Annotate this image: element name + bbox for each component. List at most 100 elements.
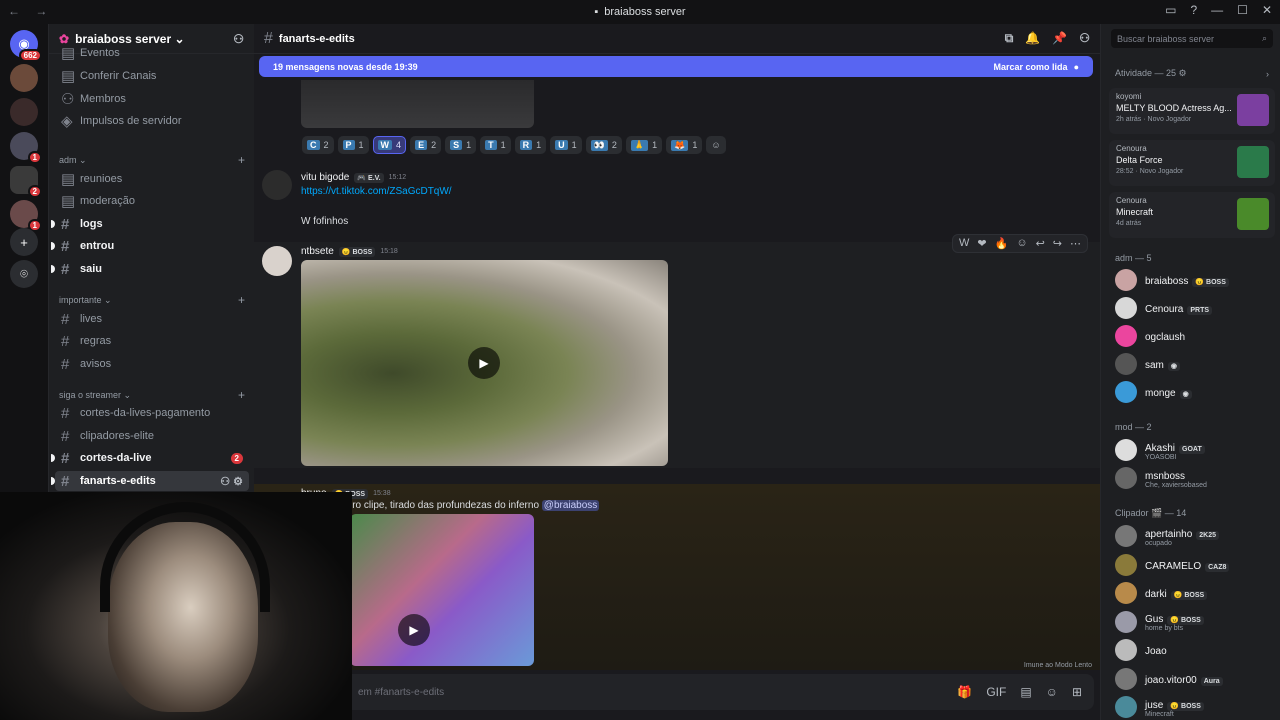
reply-icon[interactable]: ↩ [1036,237,1045,250]
server-icon-2[interactable] [10,98,38,126]
member-clip[interactable]: Gus 😠 BOSS home by bts [1115,610,1275,634]
activity-card[interactable]: Cenoura Minecraft 4d atrás [1109,192,1275,238]
add-reaction-icon[interactable]: ☺ [706,136,726,154]
member-clip[interactable]: darki 😠 BOSS [1115,581,1275,605]
reaction-0[interactable]: C2 [302,136,334,154]
back-forward-icons[interactable]: ← → [8,4,53,18]
channel-conferir-canais[interactable]: ▤ Conferir Canais [55,66,249,86]
message-input[interactable]: em #fanarts-e-edits 🎁 GIF ▤ ☺ ⊞ [260,674,1094,710]
server-icon-4[interactable]: 2 [10,166,42,198]
new-messages-bar[interactable]: 19 mensagens novas desde 19:39 Marcar co… [259,56,1093,77]
member-adm[interactable]: Cenoura PRTS [1115,296,1275,320]
server-icon-3[interactable]: 1 [10,132,42,164]
channel-eventos[interactable]: ▤ Eventos [55,46,249,60]
channel-entrou[interactable]: # entrou [51,236,249,256]
reaction-10[interactable]: 🦊 1 [666,136,703,154]
channel-settings-icons[interactable]: ⚇ ⚙ [220,475,243,488]
member-clip[interactable]: apertainho 2K25 ocupado [1115,524,1275,548]
emoji-icon[interactable]: ☺ [1046,685,1058,699]
server-icon-1[interactable] [10,64,38,92]
tiktok-link[interactable]: https://vt.tiktok.com/ZSaGcDTqW/ [301,186,452,197]
username[interactable]: ntbsete [301,246,334,257]
video-attachment[interactable]: ▶ [350,514,534,666]
add-channel-icon[interactable]: + [238,293,245,307]
reaction-2[interactable]: W4 [372,136,407,154]
member-adm[interactable]: monge ◉ [1115,380,1275,404]
pin-icon[interactable]: 📌 [1052,31,1067,46]
play-icon[interactable]: ▶ [468,347,500,379]
invite-icon[interactable]: ⚇ [233,32,244,46]
channel-regras[interactable]: # regras [55,331,249,351]
maximize-icon[interactable]: ☐ [1237,3,1248,17]
member-adm[interactable]: braiaboss 😠 BOSS [1115,268,1275,292]
member-clip[interactable]: Joao [1115,638,1275,662]
add-reaction-icon[interactable]: ☺ [1016,237,1027,250]
apps-icon[interactable]: ⊞ [1072,685,1082,699]
w-reaction[interactable]: W [959,237,969,250]
member-clip[interactable]: joao.vitor00 Aura [1115,667,1275,691]
minimize-icon[interactable]: — [1211,3,1223,17]
forward-icon[interactable]: ↪ [1053,237,1062,250]
username[interactable]: vitu bigode [301,172,349,183]
bell-icon[interactable]: 🔔 [1025,31,1040,46]
member-clip[interactable]: juse 😠 BOSS Minecraft [1115,695,1275,719]
category-importante[interactable]: importante ⌄ + [59,293,245,307]
category-siga-o-streamer[interactable]: siga o streamer ⌄ + [59,388,245,402]
channel-reunioes[interactable]: ▤ reunioes [55,169,249,189]
channel-avisos[interactable]: # avisos [55,354,249,374]
reaction-9[interactable]: 🙏 1 [625,136,663,154]
reaction-3[interactable]: E2 [410,136,442,154]
reaction-7[interactable]: U1 [550,136,582,154]
channel-saiu[interactable]: # saiu [51,259,249,279]
channel-lives[interactable]: # lives [55,309,249,329]
avatar[interactable] [262,170,292,200]
more-icon[interactable]: ⋯ [1070,237,1081,250]
mark-as-read-button[interactable]: Marcar como lida [994,62,1068,72]
channel-membros[interactable]: ⚇ Membros [55,89,249,109]
reaction-8[interactable]: 👀 2 [585,136,622,154]
member-adm[interactable]: ogclaush [1115,324,1275,348]
member-adm[interactable]: sam ◉ [1115,352,1275,376]
activity-card[interactable]: koyomi MELTY BLOOD Actress Ag... 2h atrás … [1109,88,1275,134]
add-server-icon[interactable]: + [10,228,38,256]
reaction-1[interactable]: P1 [337,136,369,154]
help-icon[interactable]: ? [1190,3,1197,17]
member-mod[interactable]: msnboss Che, xaviersobased [1115,466,1275,490]
channel-cortes-da-live[interactable]: # cortes-da-live 2 [51,448,249,468]
sticker-icon[interactable]: ▤ [1020,685,1031,699]
explore-icon[interactable]: ⌾ [10,260,38,288]
search-input[interactable]: Buscar braiaboss server ⌕ [1111,29,1273,48]
mention[interactable]: @braiaboss [541,500,600,511]
reaction-5[interactable]: T1 [480,136,511,154]
server-icon-5[interactable]: 1 [10,200,42,232]
close-icon[interactable]: ✕ [1262,3,1272,17]
home-discord-icon[interactable]: ◉ 662 [10,30,42,62]
fire-reaction[interactable]: 🔥 [995,237,1009,250]
member-mod[interactable]: Akashi GOAT YOASOBI [1115,438,1275,462]
member-list-icon[interactable]: ⚇ [1079,31,1090,46]
category-adm[interactable]: adm ⌄ + [59,153,245,167]
previous-image[interactable] [301,80,534,128]
member-tag: 😠 BOSS [1170,591,1208,600]
channel-cortes-pagamento[interactable]: # cortes-da-lives-pagamento [55,403,249,423]
avatar[interactable] [262,246,292,276]
activity-card[interactable]: Cenoura Delta Force 28:52 · Novo Jogador [1109,140,1275,186]
activity-header[interactable]: Atividade — 25 ⚙ › [1115,68,1269,79]
video-attachment[interactable]: ▶ [301,260,668,466]
gift-icon[interactable]: 🎁 [957,685,972,699]
gif-icon[interactable]: GIF [986,685,1006,699]
channel-impulsos[interactable]: ◈ Impulsos de servidor [55,111,249,131]
channel-clipadores-elite[interactable]: # clipadores-elite [55,426,249,446]
heart-reaction[interactable]: ❤ [977,237,986,250]
inbox-icon[interactable]: ▭ [1165,3,1176,17]
member-clip[interactable]: CARAMELO CAZ8 [1115,553,1275,577]
play-icon[interactable]: ▶ [398,614,430,646]
add-channel-icon[interactable]: + [238,153,245,167]
channel-fanarts-e-edits[interactable]: # fanarts-e-edits ⚇ ⚙ [51,471,249,491]
channel-moderacao[interactable]: ▤ moderação [55,191,249,211]
reaction-6[interactable]: R1 [514,136,547,154]
channel-logs[interactable]: # logs [51,214,249,234]
add-channel-icon[interactable]: + [238,388,245,402]
reaction-4[interactable]: S1 [445,136,477,154]
threads-icon[interactable]: ⧉ [1005,31,1014,46]
